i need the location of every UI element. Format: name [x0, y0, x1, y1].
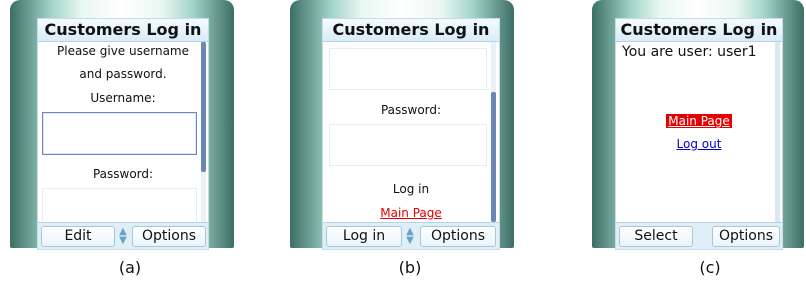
- scroll-arrows-icon: ▲ ▼: [119, 226, 127, 246]
- softkey-bar-c: Select Options: [616, 222, 782, 249]
- logout-link-text[interactable]: Log out: [677, 137, 722, 151]
- screen-title: Customers Log in: [38, 19, 208, 42]
- login-form-b: Password: Log in Main Page: [323, 42, 499, 223]
- scrollbar-thumb[interactable]: [201, 42, 206, 172]
- select-softkey[interactable]: Select: [619, 226, 693, 247]
- password-label: Password:: [380, 103, 442, 117]
- caption-b: (b): [398, 258, 422, 277]
- options-softkey[interactable]: Options: [420, 226, 496, 247]
- username-label: Username:: [90, 91, 156, 105]
- options-softkey[interactable]: Options: [132, 226, 206, 247]
- main-page-link[interactable]: Main Page: [616, 114, 782, 128]
- scrollbar-track: [775, 42, 780, 222]
- login-softkey[interactable]: Log in: [326, 226, 402, 247]
- main-page-link[interactable]: Main Page: [323, 206, 499, 220]
- caption-c: (c): [699, 258, 721, 277]
- softkey-bar-b: Log in ▲ ▼ Options: [323, 222, 499, 249]
- login-command[interactable]: Log in: [323, 182, 499, 196]
- instruction-line-2: and password.: [79, 67, 167, 81]
- logout-link[interactable]: Log out: [616, 137, 782, 151]
- username-field[interactable]: [42, 112, 197, 155]
- password-label: Password:: [92, 167, 154, 181]
- phone-screen-a: Customers Log in Please give username an…: [37, 18, 209, 250]
- caption-a: (a): [118, 258, 142, 277]
- screen-title: Customers Log in: [323, 19, 499, 42]
- password-field[interactable]: [329, 124, 487, 166]
- phone-screen-c: Customers Log in You are user: user1 Mai…: [615, 18, 783, 250]
- user-page-c: You are user: user1 Main Page Log out: [616, 42, 782, 223]
- screen-title: Customers Log in: [616, 19, 782, 42]
- scrollbar-thumb[interactable]: [491, 92, 496, 222]
- username-field[interactable]: [329, 48, 487, 90]
- options-softkey[interactable]: Options: [712, 226, 780, 247]
- main-page-link-text[interactable]: Main Page: [380, 206, 442, 220]
- scroll-arrows-icon: ▲ ▼: [406, 226, 414, 246]
- edit-softkey[interactable]: Edit: [41, 226, 115, 247]
- instruction-line-1: Please give username: [57, 44, 189, 58]
- softkey-bar-a: Edit ▲ ▼ Options: [38, 222, 208, 249]
- main-page-link-text[interactable]: Main Page: [666, 114, 732, 128]
- phone-screen-b: Customers Log in Password: Log in Main P…: [322, 18, 500, 250]
- login-form-a: Please give username and password. Usern…: [38, 42, 208, 228]
- current-user-text: You are user: user1: [622, 44, 757, 60]
